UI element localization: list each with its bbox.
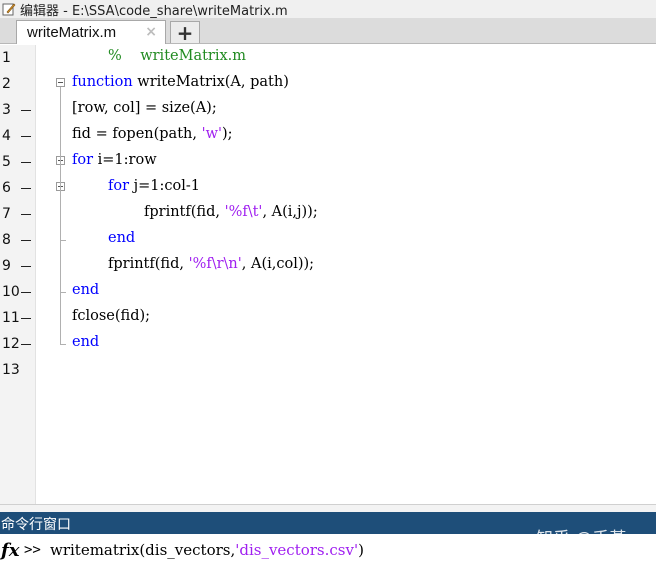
- code-token: );: [221, 126, 233, 142]
- title-bar: 编辑器 - E:\SSA\code_share\writeMatrix.m: [0, 0, 656, 19]
- code-text: [row, col] = size(A);: [72, 100, 217, 116]
- code-token: '%f\r\n': [188, 256, 242, 272]
- code-line[interactable]: 6 for j=1:col-1: [0, 175, 656, 201]
- code-text: fclose(fid);: [72, 308, 150, 324]
- editor-bottom-border: [0, 504, 656, 512]
- code-token: fprintf(fid,: [144, 204, 225, 220]
- code-token: , A(i,j));: [262, 204, 318, 220]
- code-text: function writeMatrix(A, path): [72, 74, 289, 90]
- breakpoint-marker[interactable]: [21, 136, 31, 137]
- breakpoint-marker[interactable]: [21, 162, 31, 163]
- command-token: 'dis_vectors.csv': [235, 541, 359, 559]
- code-line[interactable]: 11 fclose(fid);: [0, 305, 656, 331]
- new-tab-button[interactable]: +: [170, 21, 200, 45]
- code-text: fid = fopen(path, 'w');: [72, 126, 233, 142]
- line-number: 2: [2, 76, 11, 92]
- code-editor[interactable]: 1 % writeMatrix.m 2 function writeMatrix(A,…: [0, 45, 656, 504]
- window-title: 编辑器 - E:\SSA\code_share\writeMatrix.m: [20, 3, 288, 19]
- line-number: 12: [2, 336, 20, 352]
- code-text: end: [108, 230, 135, 246]
- fold-guide-end: [60, 292, 66, 293]
- close-tab-icon[interactable]: ×: [145, 24, 157, 40]
- code-token: end: [72, 282, 100, 298]
- watermark: 知乎 @禾堇: [536, 529, 627, 549]
- code-text: % writeMatrix.m: [108, 48, 246, 64]
- command-window-title: 命令行窗口: [1, 517, 71, 533]
- code-text: for j=1:col-1: [108, 178, 200, 194]
- code-line[interactable]: 3 [row, col] = size(A);: [0, 97, 656, 123]
- code-line[interactable]: 9 fprintf(fid, '%f\r\n', A(i,col));: [0, 253, 656, 279]
- code-token: function: [72, 74, 133, 90]
- line-number: 7: [2, 206, 11, 222]
- tab-strip: writeMatrix.m × +: [0, 18, 656, 45]
- breakpoint-marker[interactable]: [21, 344, 31, 345]
- code-token: i=1:row: [93, 152, 157, 168]
- code-line[interactable]: 2 function writeMatrix(A, path): [0, 71, 656, 97]
- code-token: fclose(fid);: [72, 308, 151, 324]
- command-token: ): [358, 541, 364, 559]
- code-text: end: [72, 334, 99, 350]
- breakpoint-marker[interactable]: [21, 188, 31, 189]
- fx-icon[interactable]: fx: [1, 540, 19, 561]
- code-line[interactable]: 7 fprintf(fid, '%f\t', A(i,j));: [0, 201, 656, 227]
- code-line[interactable]: 5 for i=1:row: [0, 149, 656, 175]
- pencil-icon: [2, 3, 16, 16]
- breakpoint-marker[interactable]: [21, 214, 31, 215]
- line-number: 5: [2, 154, 11, 170]
- line-number: 1: [2, 50, 11, 66]
- breakpoint-marker[interactable]: [21, 240, 31, 241]
- code-token: for: [72, 152, 94, 168]
- line-number: 11: [2, 310, 20, 326]
- code-line[interactable]: 1 % writeMatrix.m: [0, 45, 656, 71]
- code-token: [row, col] = size(A);: [72, 100, 217, 116]
- code-token: for: [108, 178, 130, 194]
- line-number: 8: [2, 232, 11, 248]
- code-token: fprintf(fid,: [108, 256, 189, 272]
- command-input[interactable]: writematrix(dis_vectors,'dis_vectors.csv…: [50, 541, 364, 559]
- code-line[interactable]: 8 end: [0, 227, 656, 253]
- code-line[interactable]: 10 end: [0, 279, 656, 305]
- fold-guide-end: [60, 240, 66, 241]
- breakpoint-marker[interactable]: [21, 318, 31, 319]
- code-token: end: [72, 334, 100, 350]
- code-line[interactable]: 4 fid = fopen(path, 'w');: [0, 123, 656, 149]
- fold-guide: [60, 191, 61, 240]
- tab-writematrix[interactable]: writeMatrix.m ×: [16, 20, 166, 44]
- code-token: % writeMatrix.m: [108, 48, 247, 64]
- code-token: end: [108, 230, 136, 246]
- code-token: '%f\t': [224, 204, 263, 220]
- code-line[interactable]: 12 end: [0, 331, 656, 357]
- code-token: 'w': [201, 126, 222, 142]
- line-number: 13: [2, 362, 20, 378]
- fold-guide-end: [60, 344, 66, 345]
- tab-label: writeMatrix.m: [27, 24, 117, 41]
- code-text: for i=1:row: [72, 152, 157, 168]
- code-token: j=1:col-1: [129, 178, 201, 194]
- line-number: 10: [2, 284, 20, 300]
- code-token: writeMatrix(A, path): [132, 74, 289, 90]
- code-text: fprintf(fid, '%f\r\n', A(i,col));: [108, 256, 314, 272]
- command-prompt: >>: [24, 542, 41, 558]
- code-text: fprintf(fid, '%f\t', A(i,j));: [144, 204, 318, 220]
- command-token: writematrix(dis_vectors,: [50, 541, 236, 559]
- code-token: fid = fopen(path,: [72, 126, 202, 142]
- code-token: , A(i,col));: [241, 256, 315, 272]
- code-text: end: [72, 282, 99, 298]
- breakpoint-marker[interactable]: [21, 266, 31, 267]
- code-line[interactable]: 13: [0, 357, 656, 383]
- line-number: 4: [2, 128, 11, 144]
- line-number: 6: [2, 180, 11, 196]
- breakpoint-marker[interactable]: [21, 110, 31, 111]
- line-number: 9: [2, 258, 11, 274]
- breakpoint-marker[interactable]: [21, 292, 31, 293]
- fold-toggle-icon[interactable]: [56, 78, 65, 87]
- line-number: 3: [2, 102, 11, 118]
